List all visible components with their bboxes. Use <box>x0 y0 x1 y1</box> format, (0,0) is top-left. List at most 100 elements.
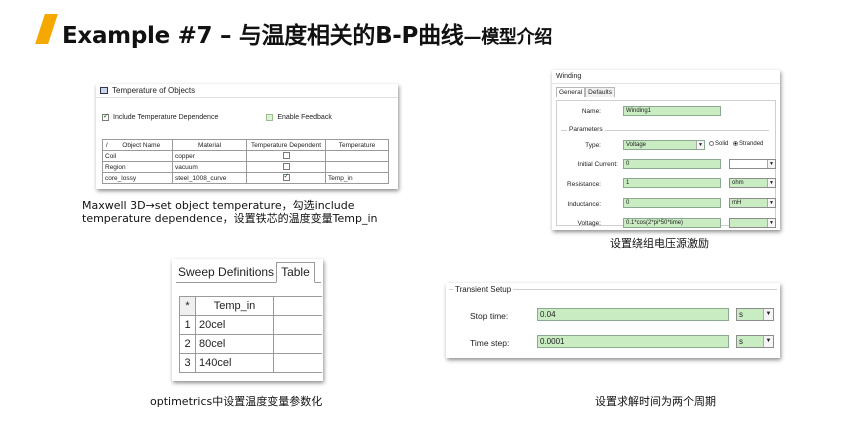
tab-sweep-definitions[interactable]: Sweep Definitions <box>176 265 276 282</box>
col-header-material[interactable]: Material <box>172 139 247 151</box>
sweep-tabs: Sweep Definitions Table <box>176 262 321 283</box>
col-header-temperature[interactable]: Temperature <box>325 139 389 151</box>
time-step-unit-select[interactable]: s ▼ <box>736 335 774 348</box>
title-accent-bar <box>35 14 58 44</box>
temp-value-cell[interactable]: 20cel <box>195 315 274 335</box>
tab-table[interactable]: Table <box>276 262 315 283</box>
table-row[interactable]: 3 140cel <box>179 353 322 373</box>
type-value: Voltage <box>626 142 647 148</box>
table-row[interactable]: 2 80cel <box>179 334 322 354</box>
temperature-of-objects-dialog: Temperature of Objects Include Temperatu… <box>96 84 398 189</box>
resistance-input[interactable]: 1 <box>623 178 721 188</box>
caption-transient: 设置求解时间为两个周期 <box>595 395 716 408</box>
temp-value-cell[interactable]: 140cel <box>195 353 274 373</box>
name-label: Name: <box>581 108 601 115</box>
chevron-down-icon[interactable]: ▼ <box>763 336 773 347</box>
table-header-row: / Object Name Material Temperature Depen… <box>102 139 389 151</box>
sweep-definitions-dialog: Sweep Definitions Table * Temp_in 1 20ce… <box>172 259 323 381</box>
col-header-temperature-dependent[interactable]: Temperature Dependent <box>246 139 326 151</box>
time-step-label: Time step: <box>470 338 510 348</box>
transient-setup-legend: Transient Setup <box>453 285 514 294</box>
table-row[interactable]: 1 20cel <box>179 315 322 335</box>
temperature-cell[interactable]: Temp_in <box>325 172 389 184</box>
type-label: Type: <box>585 142 601 149</box>
enable-feedback-label: Enable Feedback <box>277 114 332 121</box>
voltage-unit-select[interactable]: ▼ <box>729 218 776 228</box>
material-cell: steel_1008_curve <box>172 172 247 184</box>
temp-dependent-checkbox[interactable] <box>282 172 290 181</box>
time-step-input[interactable]: 0.0001 <box>537 335 729 348</box>
enable-feedback-checkbox[interactable] <box>266 114 274 121</box>
include-temperature-checkbox[interactable] <box>102 112 109 121</box>
chevron-down-icon[interactable]: ▼ <box>767 179 775 187</box>
table-row[interactable]: Region vacuum <box>102 161 389 173</box>
inductance-unit-select[interactable]: mH ▼ <box>729 198 776 208</box>
voltage-label: Voltage: <box>577 220 602 227</box>
caption-temperature-line2: temperature dependence，设置铁芯的温度变量Temp_in <box>82 212 378 225</box>
initial-current-label: Initial Current: <box>577 161 618 168</box>
stop-time-unit: s <box>739 310 743 319</box>
winding-tabs: General Defaults <box>556 87 615 97</box>
stop-time-label: Stop time: <box>470 311 509 321</box>
solid-radio[interactable] <box>709 141 714 146</box>
inductance-input[interactable]: 0 <box>623 198 721 208</box>
row-index: 2 <box>179 334 196 354</box>
initial-current-unit-select[interactable]: ▼ <box>729 159 776 169</box>
object-name-cell: Coil <box>102 150 173 162</box>
chevron-down-icon[interactable]: ▼ <box>767 199 775 207</box>
temp-value-cell[interactable]: 80cel <box>195 334 274 354</box>
page-title: Example #7 – 与温度相关的B-P曲线—模型介绍 <box>62 23 553 49</box>
object-name-cell: Region <box>102 161 173 173</box>
resistance-label: Resistance: <box>567 181 601 188</box>
sweep-table: * Temp_in 1 20cel 2 80cel 3 140cel <box>179 296 322 373</box>
stop-time-unit-select[interactable]: s ▼ <box>736 308 774 321</box>
caption-temperature-line1: Maxwell 3D→set object temperature，勾选incl… <box>82 199 355 212</box>
caption-sweep: optimetrics中设置温度变量参数化 <box>150 395 323 408</box>
inductance-unit: mH <box>732 200 742 206</box>
chevron-down-icon[interactable]: ▼ <box>767 160 775 168</box>
stranded-label: Stranded <box>739 141 764 148</box>
tab-general[interactable]: General <box>556 87 586 97</box>
material-cell: copper <box>172 150 247 162</box>
time-step-unit: s <box>739 337 743 346</box>
temperature-dialog-title: Temperature of Objects <box>112 86 196 95</box>
solid-stranded-radios: Solid Stranded <box>709 141 763 147</box>
stranded-radio[interactable] <box>733 141 739 146</box>
winding-dialog-title: Winding <box>552 70 780 84</box>
temperature-dialog-titlebar: Temperature of Objects <box>96 84 398 98</box>
col-header-temp-in[interactable]: Temp_in <box>195 296 274 316</box>
chevron-down-icon[interactable]: ▼ <box>696 141 704 149</box>
name-input[interactable]: Winding1 <box>623 106 721 116</box>
tab-defaults[interactable]: Defaults <box>585 87 615 97</box>
parameters-legend: Parameters <box>567 126 605 133</box>
inductance-label: Inductance: <box>567 201 601 208</box>
object-name-cell: core_lossy <box>102 172 173 184</box>
include-temperature-row: Include Temperature Dependence Enable Fe… <box>102 112 332 121</box>
resistance-unit: ohm <box>732 180 744 186</box>
type-select[interactable]: Voltage ▼ <box>623 140 705 150</box>
winding-dialog: Winding General Defaults Name: Winding1 … <box>552 70 780 230</box>
stop-time-input[interactable]: 0.04 <box>537 308 729 321</box>
caption-winding: 设置绕组电压源激励 <box>610 237 709 250</box>
row-index: 3 <box>179 353 196 373</box>
chevron-down-icon[interactable]: ▼ <box>763 309 773 320</box>
sweep-header-row: * Temp_in <box>179 296 322 316</box>
transient-setup-dialog: Transient Setup Stop time: 0.04 s ▼ Time… <box>446 283 780 358</box>
temp-dependent-checkbox[interactable] <box>282 151 290 159</box>
temperature-cell[interactable] <box>325 150 389 162</box>
col-header-object-name[interactable]: Object Name <box>110 139 173 151</box>
row-marker-header: * <box>179 296 196 316</box>
caption-temperature: Maxwell 3D→set object temperature，勾选incl… <box>82 199 378 225</box>
table-row[interactable]: Coil copper <box>102 150 389 162</box>
chevron-down-icon[interactable]: ▼ <box>767 219 775 227</box>
resistance-unit-select[interactable]: ohm ▼ <box>729 178 776 188</box>
material-cell: vacuum <box>172 161 247 173</box>
solid-label: Solid <box>715 141 729 148</box>
include-temperature-label: Include Temperature Dependence <box>113 114 219 121</box>
initial-current-input[interactable]: 0 <box>623 159 721 169</box>
col-header-sort[interactable]: / <box>102 139 111 151</box>
temp-dependent-checkbox[interactable] <box>282 162 290 170</box>
temperature-cell[interactable] <box>325 161 389 173</box>
table-row[interactable]: core_lossy steel_1008_curve Temp_in <box>102 172 389 184</box>
voltage-input[interactable]: 0.1*cos(2*pi*50*time) <box>623 218 721 228</box>
